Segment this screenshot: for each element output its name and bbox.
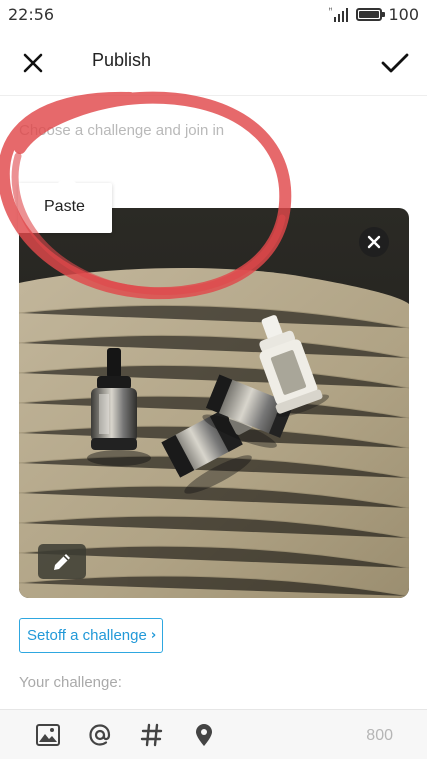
battery-level: 100: [388, 5, 419, 24]
character-count: 800: [366, 727, 393, 744]
status-time: 22:56: [8, 5, 55, 24]
pencil-icon: [54, 553, 70, 570]
page-title: Publish: [92, 50, 152, 70]
setoff-challenge-label: Setoff a challenge: [27, 627, 147, 644]
close-icon: [367, 235, 381, 249]
bottom-toolbar: 800: [0, 709, 427, 759]
close-button[interactable]: [18, 48, 48, 78]
mention-button[interactable]: [87, 722, 113, 748]
paste-menu-item[interactable]: Paste: [18, 174, 112, 233]
status-indicators: ᴴ 100: [328, 5, 419, 24]
image-icon: [36, 724, 60, 746]
hashtag-icon: [140, 723, 163, 747]
battery-icon: [356, 8, 386, 21]
paste-label: Paste: [44, 198, 85, 215]
attached-photo[interactable]: [19, 208, 409, 598]
at-icon: [89, 724, 111, 746]
publish-confirm-button[interactable]: [379, 48, 411, 78]
hashtag-button[interactable]: [139, 722, 165, 748]
status-bar: 22:56 ᴴ 100: [0, 0, 427, 30]
remove-photo-button[interactable]: [359, 227, 389, 257]
close-icon: [23, 53, 43, 73]
location-button[interactable]: [191, 722, 217, 748]
signal-icon: ᴴ: [328, 6, 350, 22]
chevron-right-icon: ›: [150, 628, 157, 643]
top-bar: Publish: [0, 30, 427, 96]
check-icon: [381, 53, 409, 73]
insert-image-button[interactable]: [35, 722, 61, 748]
setoff-challenge-button[interactable]: Setoff a challenge ›: [19, 618, 164, 653]
your-challenge-label: Your challenge:: [19, 674, 122, 691]
photo-image: [19, 208, 409, 598]
challenge-input[interactable]: [19, 118, 399, 142]
edit-photo-button[interactable]: [38, 544, 86, 579]
location-icon: [196, 724, 212, 746]
